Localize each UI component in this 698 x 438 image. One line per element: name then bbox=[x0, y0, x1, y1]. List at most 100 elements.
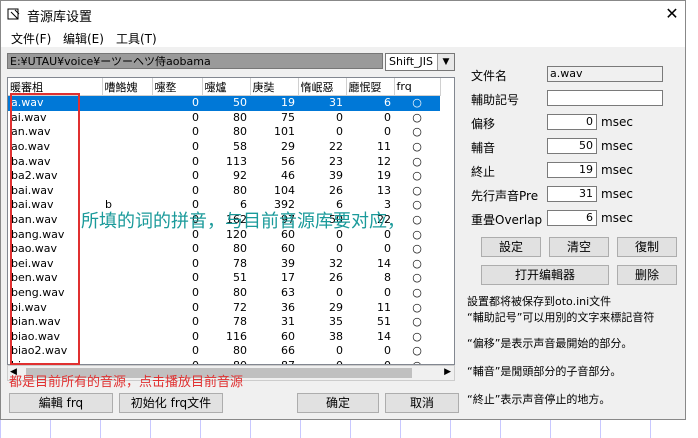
table-cell: 58 bbox=[233, 140, 247, 154]
table-cell: 51 bbox=[233, 271, 247, 285]
overlap-unit: msec bbox=[601, 211, 633, 225]
table-cell: 0 bbox=[336, 286, 343, 300]
close-icon[interactable]: ✕ bbox=[661, 3, 683, 25]
table-cell: 29 bbox=[329, 300, 343, 314]
overlap-field[interactable]: 6 bbox=[547, 210, 597, 226]
edit-frq-button[interactable]: 編輯 frq bbox=[9, 393, 113, 413]
menu-edit[interactable]: 编辑(E) bbox=[63, 30, 104, 47]
column-header[interactable]: 嚏堥 bbox=[152, 78, 203, 96]
table-cell: 56 bbox=[281, 154, 295, 168]
table-cell bbox=[102, 111, 152, 126]
table-cell: 66 bbox=[281, 344, 295, 358]
table-cell: 0 bbox=[192, 344, 199, 358]
preutter-field[interactable]: 31 bbox=[547, 186, 597, 202]
table-cell: 104 bbox=[274, 183, 295, 197]
consonant-field[interactable]: 50 bbox=[547, 138, 597, 154]
table-cell: 0 bbox=[192, 329, 199, 343]
encoding-value: Shift_JIS bbox=[389, 55, 433, 68]
column-header[interactable]: 廳怋娿 bbox=[346, 78, 395, 96]
table-cell: 11 bbox=[377, 140, 391, 154]
table-cell: 11 bbox=[377, 300, 391, 314]
table-cell: ○ bbox=[412, 154, 422, 168]
encoding-select[interactable]: Shift_JIS ▼ bbox=[385, 53, 455, 71]
cutoff-label: 終止 bbox=[471, 165, 496, 179]
window-title: 音源库设置 bbox=[27, 10, 93, 25]
table-cell: ○ bbox=[412, 140, 422, 154]
table-cell: 39 bbox=[281, 256, 295, 270]
table-cell bbox=[102, 300, 152, 315]
table-cell: ○ bbox=[412, 300, 422, 314]
voicebank-settings-dialog: 音源库设置 ✕ 文件(F) 编辑(E) 工具(T) E:¥UTAU¥voice¥… bbox=[0, 0, 686, 420]
table-cell bbox=[102, 184, 152, 199]
table-cell: 0 bbox=[192, 256, 199, 270]
menu-file[interactable]: 文件(F) bbox=[11, 30, 51, 47]
table-cell: 19 bbox=[250, 95, 298, 111]
clear-button[interactable]: 清空 bbox=[549, 237, 609, 257]
table-cell: 46 bbox=[281, 169, 295, 183]
table-cell: 78 bbox=[233, 256, 247, 270]
table-cell bbox=[102, 315, 152, 330]
table-cell bbox=[102, 330, 152, 345]
app-icon bbox=[7, 8, 20, 20]
delete-button[interactable]: 删除 bbox=[617, 265, 677, 285]
column-header[interactable]: 惰岷惡 bbox=[298, 78, 347, 96]
table-cell: 0 bbox=[336, 242, 343, 256]
table-cell: 80 bbox=[233, 110, 247, 124]
table-cell: ○ bbox=[394, 95, 440, 111]
alias-field[interactable] bbox=[547, 90, 663, 106]
scroll-right-icon[interactable]: ▶ bbox=[444, 367, 451, 377]
voicebank-path: E:¥UTAU¥voice¥ーツーヘツ侍aobama bbox=[7, 53, 383, 69]
table-cell: 50 bbox=[202, 95, 250, 111]
table-cell: 38 bbox=[329, 329, 343, 343]
column-header[interactable]: 嘈鯦媿 bbox=[102, 78, 153, 96]
annotation-teal: 所填的词的拼音，与目前音源库要对应， bbox=[81, 211, 405, 232]
table-cell: 29 bbox=[281, 140, 295, 154]
menu-tools[interactable]: 工具(T) bbox=[116, 30, 157, 47]
help-note: “終止”表示声音停止的地方。 bbox=[467, 393, 611, 406]
table-cell: 80 bbox=[233, 242, 247, 256]
table-cell: 60 bbox=[281, 329, 295, 343]
table-cell: ○ bbox=[412, 169, 422, 183]
offset-field[interactable]: 0 bbox=[547, 114, 597, 130]
table-cell: 0 bbox=[192, 169, 199, 183]
help-note: “輔助記号”可以用別的文字来標記音符 bbox=[467, 311, 655, 324]
table-cell: 80 bbox=[233, 183, 247, 197]
table-cell: 8 bbox=[384, 271, 391, 285]
column-header[interactable]: 庚奘 bbox=[250, 78, 299, 96]
offset-unit: msec bbox=[601, 115, 633, 129]
alias-label: 輔助記号 bbox=[471, 93, 520, 107]
table-cell: ○ bbox=[412, 329, 422, 343]
table-cell: ○ bbox=[412, 183, 422, 197]
copy-button[interactable]: 復制 bbox=[617, 237, 677, 257]
table-cell: ○ bbox=[412, 110, 422, 124]
ok-button[interactable]: 确定 bbox=[297, 393, 379, 413]
help-note: “輔音”是閒頭部分的子音部分。 bbox=[467, 365, 622, 378]
table-cell bbox=[102, 140, 152, 155]
table-cell: 0 bbox=[192, 110, 199, 124]
table-cell: 72 bbox=[233, 300, 247, 314]
init-frq-button[interactable]: 初始化 frq文件 bbox=[119, 393, 223, 413]
cutoff-field[interactable]: 19 bbox=[547, 162, 597, 178]
table-cell bbox=[102, 95, 152, 111]
table-cell: 101 bbox=[274, 125, 295, 139]
column-header[interactable]: 嚏爐 bbox=[202, 78, 251, 96]
table-cell: 0 bbox=[384, 286, 391, 300]
consonant-unit: msec bbox=[601, 139, 633, 153]
column-header[interactable]: frq bbox=[394, 78, 441, 96]
chevron-down-icon[interactable]: ▼ bbox=[437, 54, 454, 70]
filename-field[interactable]: a.wav bbox=[547, 66, 663, 82]
cancel-button[interactable]: 取消 bbox=[385, 393, 459, 413]
set-button[interactable]: 設定 bbox=[481, 237, 541, 257]
table-cell: 13 bbox=[377, 183, 391, 197]
table-cell: 78 bbox=[233, 315, 247, 329]
open-editor-button[interactable]: 打开编輯器 bbox=[481, 265, 609, 285]
table-cell bbox=[102, 257, 152, 272]
filename-label: 文件名 bbox=[471, 69, 508, 83]
table-cell: 0 bbox=[192, 183, 199, 197]
table-cell: 17 bbox=[281, 271, 295, 285]
table-cell: 0 bbox=[192, 140, 199, 154]
table-cell: 0 bbox=[192, 315, 199, 329]
table-cell: 22 bbox=[329, 140, 343, 154]
table-cell: 31 bbox=[281, 315, 295, 329]
table-cell: ○ bbox=[412, 315, 422, 329]
